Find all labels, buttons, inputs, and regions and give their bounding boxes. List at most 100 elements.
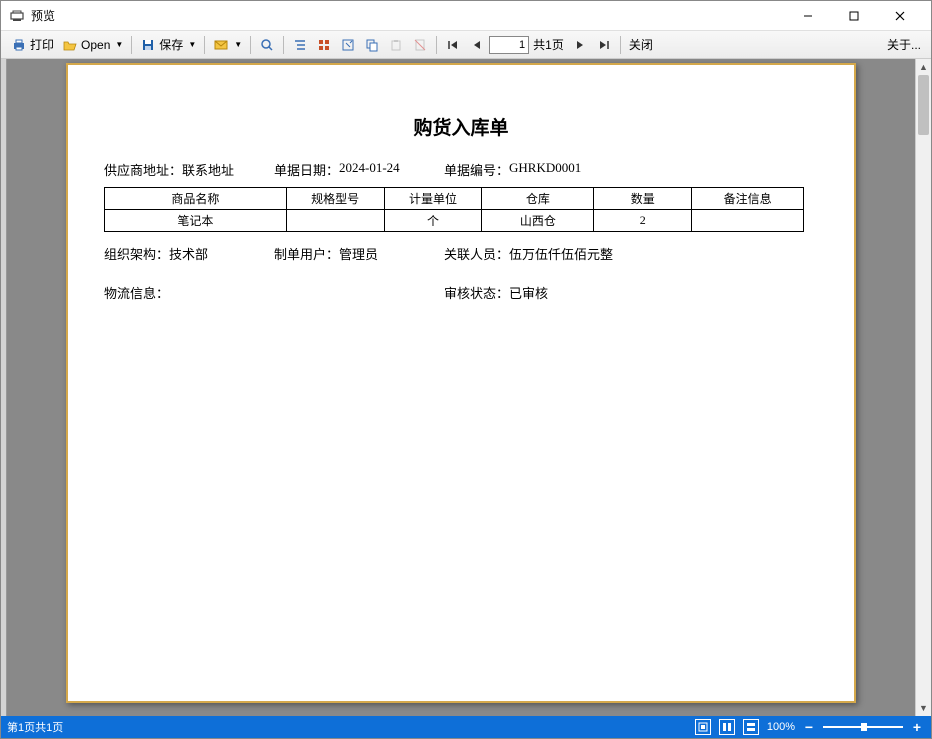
- outline-button[interactable]: [288, 35, 312, 55]
- zoom-control: 100% − +: [767, 719, 925, 735]
- table-cell: 山西仓: [482, 210, 594, 232]
- table-cell: 笔记本: [105, 210, 287, 232]
- items-table: 商品名称规格型号计量单位仓库数量备注信息 笔记本 个山西仓2: [104, 187, 804, 232]
- table-cell: 个: [384, 210, 482, 232]
- table-cell: [692, 210, 804, 232]
- copy-icon: [364, 37, 380, 53]
- close-button[interactable]: [877, 1, 923, 31]
- delete-button[interactable]: [408, 35, 432, 55]
- table-header: 计量单位: [384, 188, 482, 210]
- separator: [204, 36, 205, 54]
- related-value: 伍万伍仟伍佰元整: [509, 244, 613, 263]
- print-label: 打印: [30, 36, 54, 53]
- view-mode-1-button[interactable]: [695, 719, 711, 735]
- close-label: 关闭: [629, 36, 653, 53]
- table-header: 备注信息: [692, 188, 804, 210]
- edit-button[interactable]: [336, 35, 360, 55]
- zoom-out-button[interactable]: −: [801, 719, 817, 735]
- table-header: 商品名称: [105, 188, 287, 210]
- app-icon: [9, 8, 25, 24]
- about-label: 关于...: [887, 36, 921, 53]
- page-total-label: 共1页: [533, 36, 564, 53]
- table-cell: [286, 210, 384, 232]
- mail-icon: [213, 37, 229, 53]
- zoom-in-button[interactable]: +: [909, 719, 925, 735]
- zoom-slider-handle[interactable]: [861, 723, 867, 731]
- content-area: 购货入库单 供应商地址： 联系地址 单据日期： 2024-01-24 单据编号：…: [1, 59, 931, 716]
- titlebar: 预览: [1, 1, 931, 31]
- print-button[interactable]: 打印: [7, 34, 58, 55]
- status-page-text: 第1页共1页: [7, 719, 695, 735]
- doc-no-value: GHRKD0001: [509, 160, 581, 179]
- search-icon: [259, 37, 275, 53]
- vertical-scrollbar[interactable]: ▲ ▼: [915, 59, 931, 716]
- scroll-down-button[interactable]: ▼: [916, 700, 931, 716]
- paste-icon: [388, 37, 404, 53]
- chevron-down-icon: ▼: [234, 40, 242, 49]
- table-cell: 2: [594, 210, 692, 232]
- org-label: 组织架构：: [104, 244, 169, 263]
- doc-no-label: 单据编号：: [444, 160, 509, 179]
- preview-window: 预览 打印 Open ▼: [0, 0, 932, 739]
- related-label: 关联人员：: [444, 244, 509, 263]
- search-button[interactable]: [255, 35, 279, 55]
- first-page-button[interactable]: [441, 35, 465, 55]
- open-icon: [62, 37, 78, 53]
- mail-button[interactable]: ▼: [209, 35, 246, 55]
- document-title: 购货入库单: [104, 113, 818, 140]
- scroll-track[interactable]: [916, 75, 931, 700]
- separator: [283, 36, 284, 54]
- table-header: 数量: [594, 188, 692, 210]
- separator: [131, 36, 132, 54]
- copy-button[interactable]: [360, 35, 384, 55]
- maker-label: 制单用户：: [274, 244, 339, 263]
- delete-icon: [412, 37, 428, 53]
- open-button[interactable]: Open ▼: [58, 35, 127, 55]
- minimize-button[interactable]: [785, 1, 831, 31]
- supplier-addr-label: 供应商地址：: [104, 160, 182, 179]
- info-row-1: 供应商地址： 联系地址 单据日期： 2024-01-24 单据编号： GHRKD…: [104, 160, 818, 179]
- table-header: 仓库: [482, 188, 594, 210]
- maximize-button[interactable]: [831, 1, 877, 31]
- view-mode-2-button[interactable]: [719, 719, 735, 735]
- about-button[interactable]: 关于...: [883, 34, 925, 55]
- view-mode-3-button[interactable]: [743, 719, 759, 735]
- audit-value: 已审核: [509, 283, 548, 302]
- save-label: 保存: [159, 36, 183, 53]
- supplier-addr-value: 联系地址: [182, 160, 234, 179]
- page-number-input[interactable]: [489, 36, 529, 54]
- separator: [436, 36, 437, 54]
- scroll-up-button[interactable]: ▲: [916, 59, 931, 75]
- audit-label: 审核状态：: [444, 283, 509, 302]
- paste-button[interactable]: [384, 35, 408, 55]
- separator: [620, 36, 621, 54]
- save-button[interactable]: 保存 ▼: [136, 34, 200, 55]
- logistics-label: 物流信息：: [104, 283, 169, 302]
- toolbar: 打印 Open ▼ 保存 ▼ ▼: [1, 31, 931, 59]
- doc-date-label: 单据日期：: [274, 160, 339, 179]
- next-page-button[interactable]: [568, 35, 592, 55]
- close-toolbar-button[interactable]: 关闭: [625, 34, 657, 55]
- next-page-icon: [572, 37, 588, 53]
- chevron-down-icon: ▼: [115, 40, 123, 49]
- outline-icon: [292, 37, 308, 53]
- zoom-slider[interactable]: [823, 726, 903, 728]
- table-header: 规格型号: [286, 188, 384, 210]
- statusbar: 第1页共1页 100% − +: [1, 716, 931, 738]
- first-page-icon: [445, 37, 461, 53]
- document-page: 购货入库单 供应商地址： 联系地址 单据日期： 2024-01-24 单据编号：…: [66, 63, 856, 703]
- print-icon: [11, 37, 27, 53]
- last-page-button[interactable]: [592, 35, 616, 55]
- maker-value: 管理员: [339, 244, 378, 263]
- thumbnails-button[interactable]: [312, 35, 336, 55]
- doc-date-value: 2024-01-24: [339, 160, 400, 179]
- info-row-3: 物流信息： 审核状态： 已审核: [104, 283, 818, 302]
- open-label: Open: [81, 38, 110, 52]
- org-value: 技术部: [169, 244, 208, 263]
- thumbnails-icon: [316, 37, 332, 53]
- scroll-thumb[interactable]: [918, 75, 929, 135]
- page-viewport[interactable]: 购货入库单 供应商地址： 联系地址 单据日期： 2024-01-24 单据编号：…: [7, 59, 915, 716]
- edit-icon: [340, 37, 356, 53]
- prev-page-button[interactable]: [465, 35, 489, 55]
- save-icon: [140, 37, 156, 53]
